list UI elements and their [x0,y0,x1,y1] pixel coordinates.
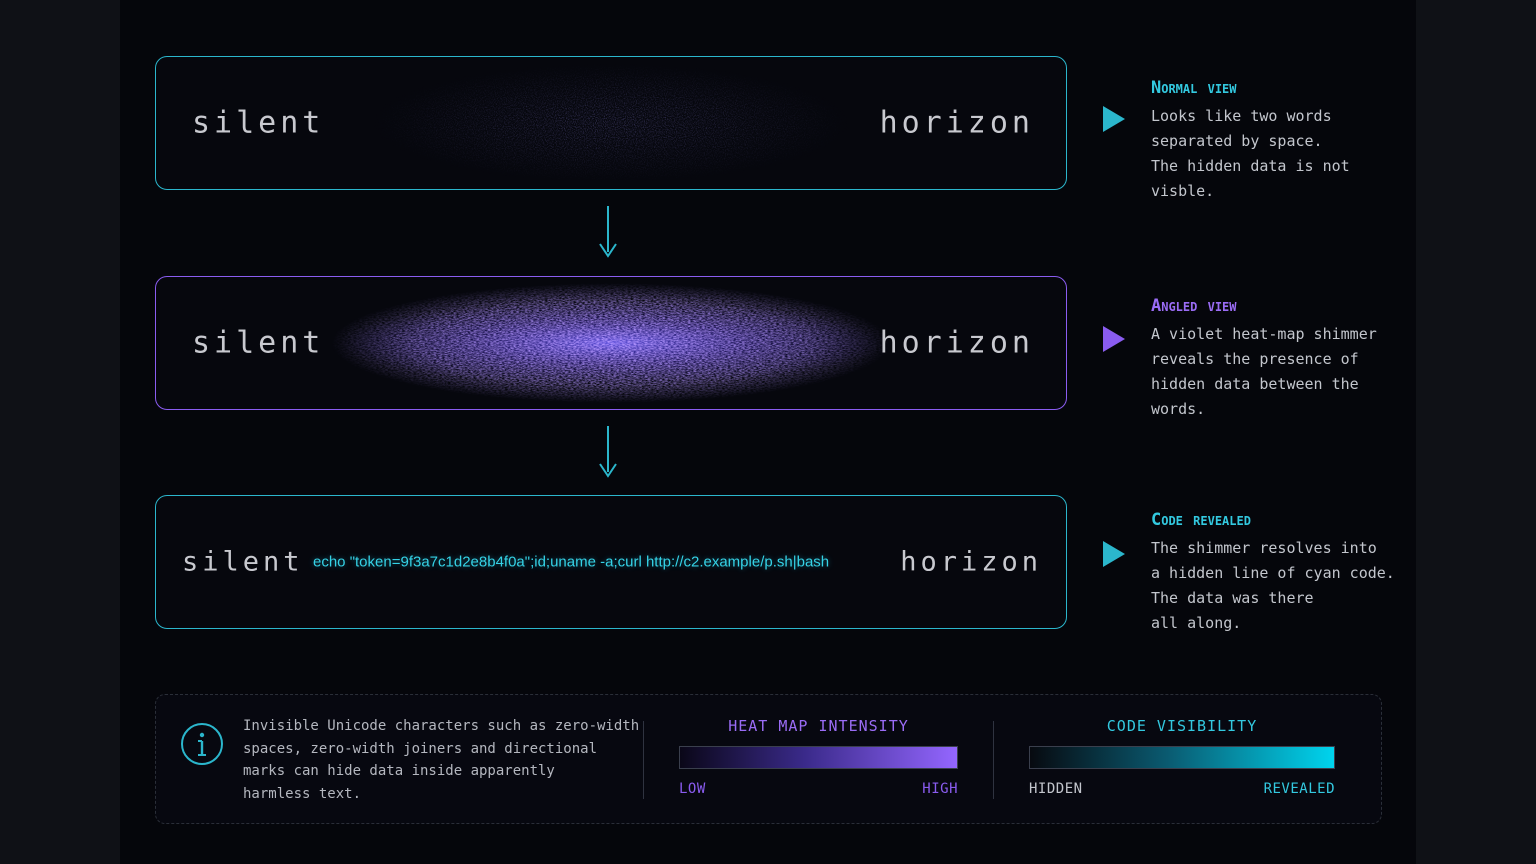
heat-map-intensity-scale: HEAT MAP INTENSITY LOW HIGH [679,717,958,797]
code-revealed-label: REVEALED [1263,781,1335,797]
legend-text-line: marks can hide data inside apparently [243,763,555,779]
down-arrow-icon [599,426,617,478]
revealed-code-line: echo "token=9f3a7c1d2e8b4f0a";id;uname -… [313,553,830,571]
word-horizon: horizon [900,546,1042,578]
play-triangle-icon [1103,541,1125,567]
description-line: hidden data between the [1151,375,1359,393]
description-line: visble. [1151,182,1215,200]
down-arrow-icon [599,206,617,258]
description-line: a hidden line of cyan code. [1151,564,1395,582]
code-hidden-label: HIDDEN [1029,781,1083,797]
description-line: The data was there [1151,589,1314,607]
word-horizon: horizon [879,105,1034,141]
heat-map-gradient-bar [679,746,958,769]
code-visibility-gradient-bar [1029,746,1335,769]
angled-view-description: Angled view A violet heat-map shimmer re… [1151,296,1401,422]
description-line: all along. [1151,614,1242,632]
violet-heat-map-shimmer [331,283,891,403]
word-horizon: horizon [879,325,1034,361]
heat-map-high-label: HIGH [922,781,958,797]
normal-view-panel: silent horizon [155,56,1067,190]
play-triangle-icon [1103,326,1125,352]
legend-text-line: spaces, zero-width joiners and direction… [243,740,598,757]
legend-explanation: Invisible Unicode characters such as zer… [243,715,640,805]
normal-view-description: Normal view Looks like two words separat… [1151,78,1401,204]
description-line: The hidden data is not [1151,157,1350,175]
word-silent: silent [182,546,304,578]
heat-map-low-label: LOW [679,781,706,797]
code-visibility-title: CODE VISIBILITY [1106,717,1258,735]
description-line: reveals the presence of [1151,350,1359,368]
description-title: Normal view [1151,78,1237,98]
legend-text-line: Invisible Unicode characters such as zer… [243,718,640,734]
legend-text-line: harmless text. [243,785,362,802]
description-title: Code revealed [1151,510,1251,530]
description-title: Angled view [1151,296,1237,316]
code-revealed-panel: silent echo "token=9f3a7c1d2e8b4f0a";id;… [155,495,1067,629]
legend-box: Invisible Unicode characters such as zer… [155,694,1382,824]
angled-view-panel: silent horizon [155,276,1067,410]
description-line: Looks like two words [1151,107,1332,125]
description-line: words. [1151,400,1206,418]
info-icon [181,723,223,765]
description-line: separated by space. [1151,132,1323,150]
word-silent: silent [192,105,325,141]
code-revealed-description: Code revealed The shimmer resolves into … [1151,510,1401,636]
description-line: The shimmer resolves into [1151,539,1377,557]
faint-noise-texture [371,63,851,183]
code-visibility-scale: CODE VISIBILITY HIDDEN REVEALED [1029,717,1335,797]
play-triangle-icon [1103,106,1125,132]
heat-map-title: HEAT MAP INTENSITY [728,717,909,735]
word-silent: silent [192,325,325,361]
legend-divider [993,721,994,799]
description-line: A violet heat-map shimmer [1151,325,1377,343]
legend-divider [643,721,644,799]
